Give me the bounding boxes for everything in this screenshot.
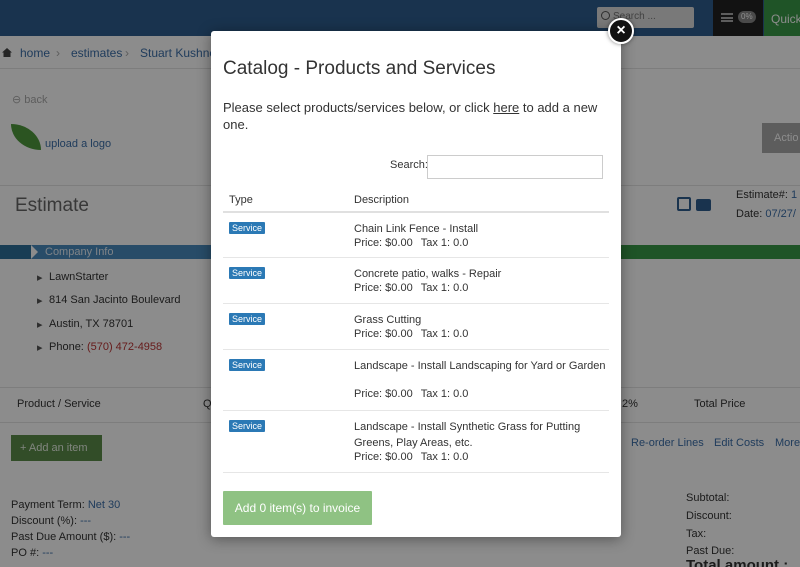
add-new-link[interactable]: here [493, 100, 519, 115]
close-icon[interactable]: × [608, 18, 634, 44]
modal-intro: Please select products/services below, o… [223, 100, 598, 132]
item-description: Chain Link Fence - Install [354, 223, 479, 235]
item-description: Concrete patio, walks - Repair [354, 268, 502, 280]
catalog-modal: Catalog - Products and Services Please s… [211, 31, 621, 537]
catalog-row[interactable]: Service Chain Link Fence - Install Price… [223, 213, 609, 258]
item-price: Price: $0.00 Tax 1: 0.0 [354, 451, 469, 463]
item-price: Price: $0.00 Tax 1: 0.0 [354, 388, 469, 400]
catalog-table-header: Type Description [223, 185, 609, 213]
type-badge: Service [229, 267, 266, 279]
add-items-to-invoice-button[interactable]: Add 0 item(s) to invoice [223, 491, 372, 525]
modal-title: Catalog - Products and Services [223, 58, 496, 79]
type-badge: Service [229, 420, 266, 432]
catalog-row[interactable]: Service Landscape - Install Landscaping … [223, 350, 609, 411]
type-badge: Service [229, 313, 266, 325]
catalog-row[interactable]: Service Concrete patio, walks - Repair P… [223, 258, 609, 304]
catalog-row[interactable]: Service Landscape - Install Synthetic Gr… [223, 411, 609, 473]
item-description: Grass Cutting [354, 314, 422, 326]
search-label: Search: [390, 159, 428, 171]
item-price: Price: $0.00 Tax 1: 0.0 [354, 282, 469, 294]
type-badge: Service [229, 222, 266, 234]
item-description: Landscape - Install Landscaping for Yard… [354, 360, 606, 372]
item-description: Landscape - Install Synthetic Grass for … [354, 421, 581, 449]
item-price: Price: $0.00 Tax 1: 0.0 [354, 237, 469, 249]
col-description: Description [354, 194, 410, 206]
catalog-row[interactable]: Service Grass Cutting Price: $0.00 Tax 1:… [223, 304, 609, 350]
catalog-search-input[interactable] [427, 155, 603, 179]
col-type: Type [229, 194, 253, 206]
item-price: Price: $0.00 Tax 1: 0.0 [354, 328, 469, 340]
type-badge: Service [229, 359, 266, 371]
